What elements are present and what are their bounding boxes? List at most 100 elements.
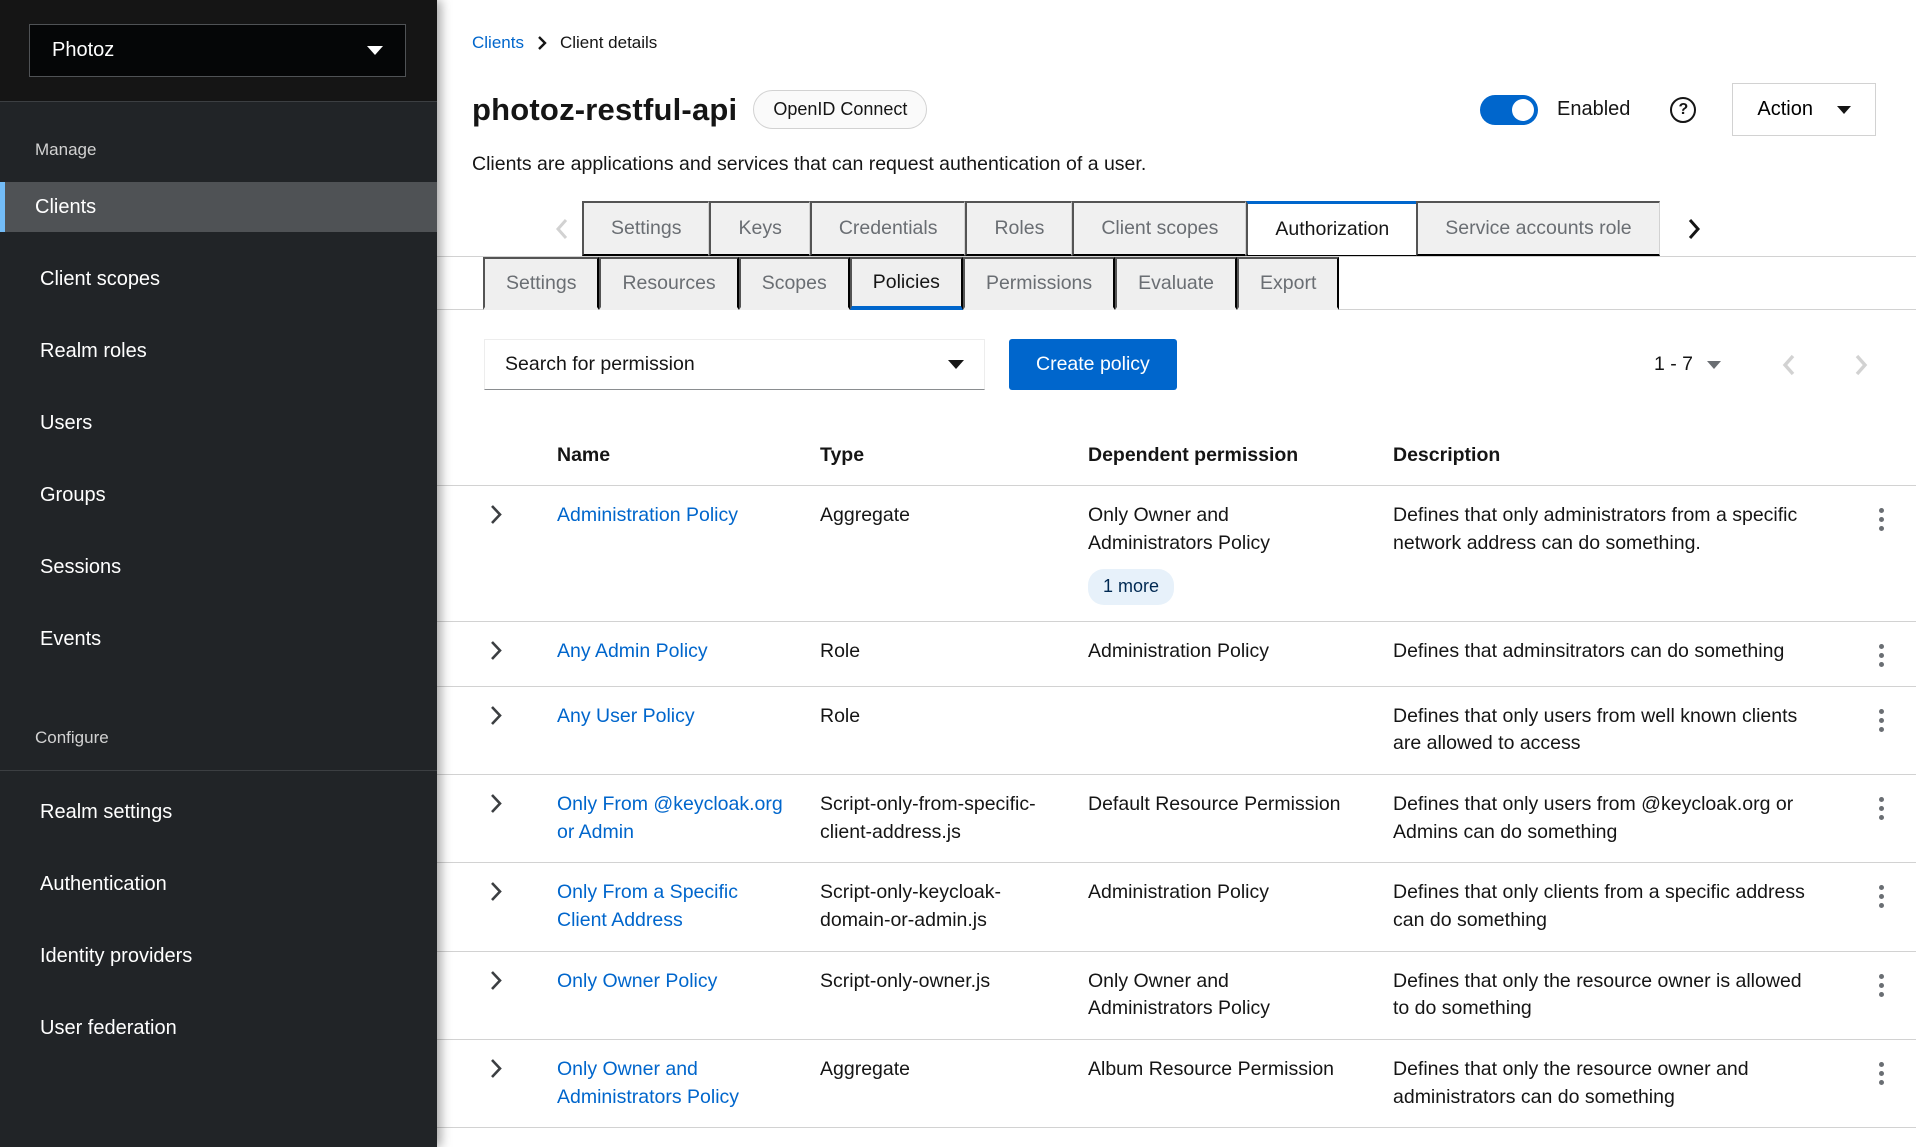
kebab-dot bbox=[1879, 885, 1884, 890]
breadcrumb: Clients Client details bbox=[472, 28, 1876, 53]
dependent-permission: Administration Policy bbox=[1088, 638, 1343, 666]
kebab-dot bbox=[1879, 903, 1884, 908]
row-actions-cell bbox=[1846, 1040, 1916, 1127]
policy-name-cell: Only From @keycloak.org or Admin bbox=[557, 775, 820, 862]
sidebar: Photoz ManageClientsClient scopesRealm r… bbox=[0, 0, 437, 1147]
help-icon[interactable]: ? bbox=[1670, 97, 1696, 123]
search-permission-dropdown[interactable]: Search for permission bbox=[484, 339, 985, 390]
kebab-menu-button[interactable] bbox=[1879, 709, 1884, 732]
row-expand-button[interactable] bbox=[490, 970, 503, 994]
tab-bar: SettingsKeysCredentialsRolesClient scope… bbox=[437, 201, 1916, 257]
tab-scroll-left-button[interactable] bbox=[540, 201, 582, 256]
policy-name-link[interactable]: Only From a Specific Client Address bbox=[557, 879, 820, 934]
subtab-resources[interactable]: Resources bbox=[599, 257, 738, 310]
subtab-bar: SettingsResourcesScopesPoliciesPermissio… bbox=[437, 257, 1916, 310]
tab-authorization[interactable]: Authorization bbox=[1246, 201, 1416, 256]
row-expand-button[interactable] bbox=[490, 1058, 503, 1082]
kebab-menu-button[interactable] bbox=[1879, 644, 1884, 667]
kebab-menu-button[interactable] bbox=[1879, 885, 1884, 908]
sidebar-item-label: Client scopes bbox=[40, 268, 160, 291]
row-expand-button[interactable] bbox=[490, 881, 503, 905]
action-dropdown-label: Action bbox=[1757, 98, 1813, 121]
subtab-evaluate[interactable]: Evaluate bbox=[1115, 257, 1237, 310]
row-expand-button[interactable] bbox=[490, 640, 503, 664]
sidebar-item-groups[interactable]: Groups bbox=[0, 470, 437, 520]
tab-scroll-right-button[interactable] bbox=[1674, 201, 1716, 256]
dependent-permission: Only Owner and Administrators Policy bbox=[1088, 968, 1343, 1023]
kebab-dot bbox=[1879, 718, 1884, 723]
sidebar-item-authentication[interactable]: Authentication bbox=[0, 859, 437, 909]
sidebar-item-events[interactable]: Events bbox=[0, 614, 437, 664]
tab-settings[interactable]: Settings bbox=[582, 201, 709, 256]
chevron-right-icon bbox=[490, 640, 503, 661]
kebab-menu-button[interactable] bbox=[1879, 974, 1884, 997]
tab-keys[interactable]: Keys bbox=[709, 201, 809, 256]
table-row: Only From @keycloak.org or AdminScript-o… bbox=[437, 775, 1916, 863]
realm-selector[interactable]: Photoz bbox=[29, 24, 406, 77]
header-controls: Enabled ? Action bbox=[1480, 83, 1876, 136]
sidebar-item-label: Identity providers bbox=[40, 945, 192, 968]
subtab-settings[interactable]: Settings bbox=[483, 257, 599, 310]
sidebar-item-users[interactable]: Users bbox=[0, 398, 437, 448]
kebab-dot bbox=[1879, 815, 1884, 820]
subtab-scopes[interactable]: Scopes bbox=[739, 257, 850, 310]
sidebar-item-realm-settings[interactable]: Realm settings bbox=[0, 787, 437, 837]
kebab-menu-button[interactable] bbox=[1879, 797, 1884, 820]
tab-service-accounts-role[interactable]: Service accounts role bbox=[1416, 201, 1659, 256]
title-row: photoz-restful-api OpenID Connect Enable… bbox=[472, 83, 1876, 136]
policy-name-cell: Only From a Specific Client Address bbox=[557, 863, 820, 950]
chevron-right-icon bbox=[490, 881, 503, 902]
kebab-dot bbox=[1879, 526, 1884, 531]
row-expand-button[interactable] bbox=[490, 504, 503, 528]
sidebar-item-clients[interactable]: Clients bbox=[0, 182, 437, 232]
policy-name-link[interactable]: Any User Policy bbox=[557, 703, 726, 731]
row-expand-button[interactable] bbox=[490, 705, 503, 729]
tab-roles[interactable]: Roles bbox=[965, 201, 1072, 256]
policy-description: Defines that only users from well known … bbox=[1393, 687, 1846, 774]
table-header-row: Name Type Dependent permission Descripti… bbox=[437, 426, 1916, 486]
create-policy-button[interactable]: Create policy bbox=[1009, 339, 1177, 390]
table-row: Any Admin PolicyRoleAdministration Polic… bbox=[437, 622, 1916, 687]
dependent-permission-cell bbox=[1088, 687, 1393, 774]
kebab-dot bbox=[1879, 662, 1884, 667]
breadcrumb-link-clients[interactable]: Clients bbox=[472, 33, 524, 53]
policy-type: Script-only-keycloak-domain-or-admin.js bbox=[820, 863, 1088, 950]
enabled-toggle[interactable] bbox=[1480, 95, 1538, 125]
dependent-permission-cell: Administration Policy bbox=[1088, 863, 1393, 950]
kebab-menu-button[interactable] bbox=[1879, 1062, 1884, 1085]
chevron-down-icon bbox=[367, 46, 383, 55]
subtab-policies[interactable]: Policies bbox=[850, 257, 963, 310]
row-expand-button[interactable] bbox=[490, 793, 503, 817]
sidebar-item-client-scopes[interactable]: Client scopes bbox=[0, 254, 437, 304]
policy-name-link[interactable]: Only Owner and Administrators Policy bbox=[557, 1056, 820, 1111]
kebab-dot bbox=[1879, 806, 1884, 811]
policy-name-link[interactable]: Only From @keycloak.org or Admin bbox=[557, 791, 820, 846]
tab-client-scopes[interactable]: Client scopes bbox=[1072, 201, 1246, 256]
sidebar-item-sessions[interactable]: Sessions bbox=[0, 542, 437, 592]
table-row: Administration PolicyAggregateOnly Owner… bbox=[437, 486, 1916, 622]
sidebar-item-user-federation[interactable]: User federation bbox=[0, 1003, 437, 1053]
row-actions-cell bbox=[1846, 687, 1916, 774]
pagination-next-button[interactable] bbox=[1855, 353, 1869, 377]
subtab-permissions[interactable]: Permissions bbox=[963, 257, 1115, 310]
policy-name-cell: Administration Policy bbox=[557, 486, 820, 621]
policy-name-link[interactable]: Administration Policy bbox=[557, 502, 769, 530]
nav-group-configure: ConfigureRealm settingsAuthenticationIde… bbox=[0, 704, 437, 1053]
tab-credentials[interactable]: Credentials bbox=[810, 201, 966, 256]
kebab-menu-button[interactable] bbox=[1879, 508, 1884, 531]
sidebar-item-realm-roles[interactable]: Realm roles bbox=[0, 326, 437, 376]
policy-name-link[interactable]: Any Admin Policy bbox=[557, 638, 739, 666]
subtab-export[interactable]: Export bbox=[1237, 257, 1339, 310]
pagination-options-toggle[interactable] bbox=[1707, 361, 1721, 369]
search-placeholder: Search for permission bbox=[505, 353, 695, 376]
kebab-dot bbox=[1879, 1071, 1884, 1076]
page-title: photoz-restful-api bbox=[472, 92, 737, 128]
more-badge[interactable]: 1 more bbox=[1088, 569, 1174, 605]
realm-selector-area: Photoz bbox=[0, 0, 437, 102]
table-row: Only Owner PolicyScript-only-owner.jsOnl… bbox=[437, 952, 1916, 1040]
pagination-prev-button[interactable] bbox=[1781, 353, 1795, 377]
policy-name-link[interactable]: Only Owner Policy bbox=[557, 968, 748, 996]
sidebar-item-identity-providers[interactable]: Identity providers bbox=[0, 931, 437, 981]
column-header-name: Name bbox=[557, 426, 820, 485]
action-dropdown-button[interactable]: Action bbox=[1732, 83, 1876, 136]
